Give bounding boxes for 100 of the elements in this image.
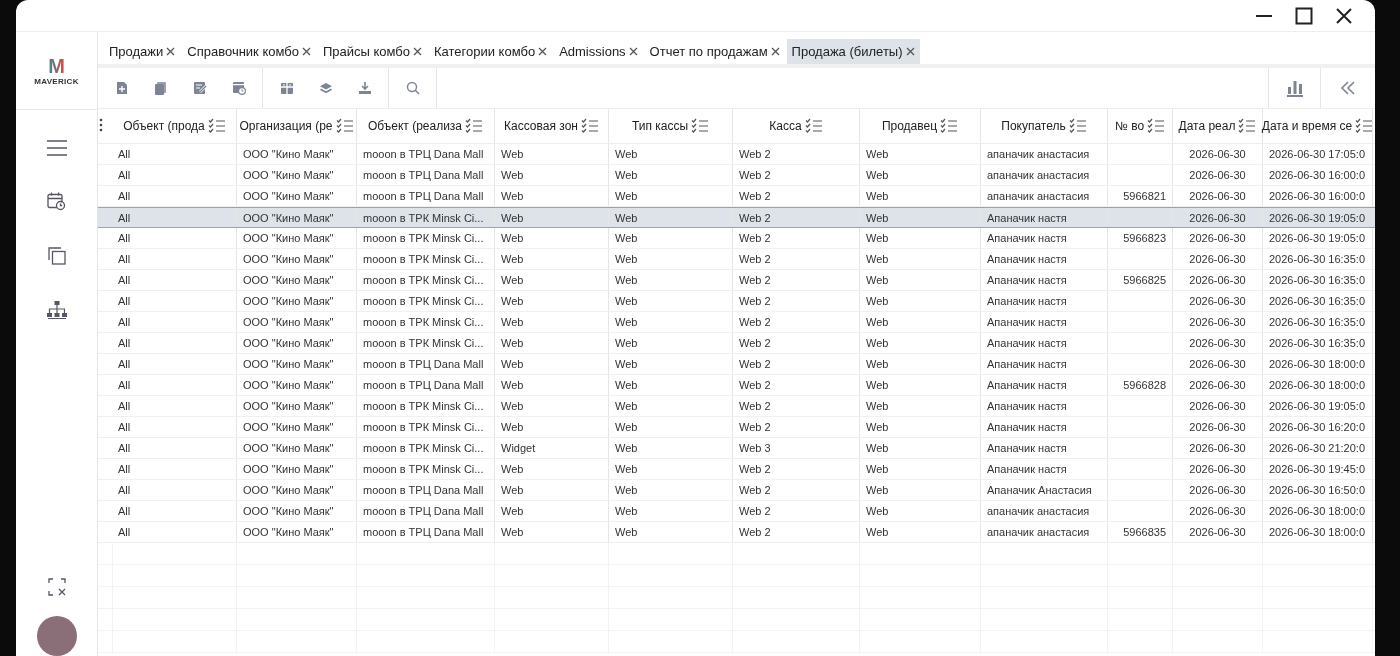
table-cell: All <box>118 400 131 412</box>
filter-list-icon[interactable] <box>1147 118 1166 134</box>
table-cell: All <box>118 463 131 475</box>
close-icon[interactable] <box>166 47 176 56</box>
column-header[interactable]: Объект (прода <box>123 119 205 133</box>
menu-icon[interactable] <box>46 140 67 156</box>
table-cell: ООО "Кино Маяк" <box>243 274 334 286</box>
column-header[interactable]: Дата и время се <box>1261 119 1353 133</box>
calendar-clock-icon[interactable] <box>47 192 66 211</box>
table-cell: All <box>118 358 131 370</box>
table-row[interactable]: All ООО "Кино Маяк" mooon в ТРК Minsk Ci... Web Web Web 2 Web Апаначик настя 5966825 2026-06-30 2026-06-30 16:35:0 <box>98 270 1375 291</box>
table-cell: Web <box>866 358 889 370</box>
table-cell: Web <box>501 169 524 181</box>
bar-chart-icon[interactable] <box>1285 79 1304 97</box>
table-cell: Апаначик настя <box>987 316 1067 328</box>
close-icon[interactable] <box>301 47 311 56</box>
copy-icon[interactable] <box>47 247 66 265</box>
column-header[interactable]: Продавец <box>881 119 938 133</box>
filter-list-icon[interactable] <box>580 118 599 134</box>
tab[interactable]: Продажи <box>104 39 181 64</box>
column-header[interactable]: Касса <box>769 119 802 133</box>
table-cell: Web <box>615 295 638 307</box>
expand-close-icon[interactable] <box>47 578 66 596</box>
close-icon[interactable] <box>770 47 780 56</box>
table-row[interactable]: All ООО "Кино Маяк" mooon в ТРК Minsk Ci... Web Web Web 2 Web Апаначик настя 2026-06-30 2026-06-30 19:05:0 <box>98 207 1375 228</box>
table-cell: ООО "Кино Маяк" <box>243 295 334 307</box>
calendar-clock-icon[interactable] <box>231 81 246 95</box>
table-row[interactable]: All ООО "Кино Маяк" mooon в ТРЦ Dana Mall Web Web Web 2 Web апаначик анастасия 2026-06-30 2026-06-30 17:05:0 <box>98 144 1375 165</box>
download-icon[interactable] <box>357 81 372 95</box>
add-file-icon[interactable] <box>115 81 128 95</box>
table-row[interactable]: All ООО "Кино Маяк" mooon в ТРК Minsk Ci... Web Web Web 2 Web Апаначик настя 2026-06-30 2026-06-30 16:35:0 <box>98 291 1375 312</box>
table-row[interactable]: All ООО "Кино Маяк" mooon в ТРЦ Dana Mall Web Web Web 2 Web Апаначик Анастасия 2026-06-30 2026-06-30 16:50:0 <box>98 480 1375 501</box>
column-header[interactable]: Объект (реализа <box>367 119 463 133</box>
filter-list-icon[interactable] <box>940 118 959 134</box>
table-cell: ООО "Кино Маяк" <box>243 400 334 412</box>
filter-list-icon[interactable] <box>335 118 354 134</box>
filter-list-icon[interactable] <box>207 118 226 134</box>
table-cell: 2026-06-30 21:20:0 <box>1269 442 1366 454</box>
table-row[interactable]: All ООО "Кино Маяк" mooon в ТРЦ Dana Mall Web Web Web 2 Web апаначик анастасия 2026-06-30 2026-06-30 18:00:0 <box>98 501 1375 522</box>
table-cell: Апаначик настя <box>987 400 1067 412</box>
table-row[interactable]: All ООО "Кино Маяк" mooon в ТРЦ Dana Mall Web Web Web 2 Web апаначик анастасия 2026-06-30 2026-06-30 16:00:0 <box>98 165 1375 186</box>
table-row[interactable]: All ООО "Кино Маяк" mooon в ТРЦ Dana Mall Web Web Web 2 Web Апаначик настя 2026-06-30 2026-06-30 18:00:0 <box>98 354 1375 375</box>
table-cell: Web <box>866 190 889 202</box>
table-cell: Web <box>615 442 638 454</box>
table-cell: mooon в ТРК Minsk Ci... <box>363 421 484 433</box>
copy-icon[interactable] <box>154 81 167 95</box>
close-icon[interactable] <box>628 47 638 56</box>
gift-icon[interactable] <box>279 81 294 95</box>
close-icon[interactable] <box>538 47 548 56</box>
table-cell: Апаначик настя <box>987 337 1067 349</box>
maximize-icon[interactable] <box>1295 6 1313 25</box>
hierarchy-icon[interactable] <box>46 301 67 319</box>
column-header[interactable]: Кассовая зон <box>504 119 578 133</box>
table-row[interactable]: All ООО "Кино Маяк" mooon в ТРЦ Dana Mall Web Web Web 2 Web Апаначик настя 5966828 2026-06-30 2026-06-30 18:00:0 <box>98 375 1375 396</box>
table-cell: 2026-06-30 16:35:0 <box>1269 274 1366 286</box>
table-cell: Web 2 <box>739 379 771 391</box>
column-header[interactable]: Организация (ре <box>239 119 333 133</box>
table-cell: mooon в ТРК Minsk Ci... <box>363 295 484 307</box>
tab[interactable]: Прайсы комбо <box>317 39 427 64</box>
table-cell: Web <box>501 379 524 391</box>
table-row[interactable]: All ООО "Кино Маяк" mooon в ТРК Minsk Ci... Web Web Web 2 Web Апаначик настя 2026-06-30 2026-06-30 16:20:0 <box>98 417 1375 438</box>
table-cell: 2026-06-30 19:05:0 <box>1269 232 1366 244</box>
filter-list-icon[interactable] <box>465 118 484 134</box>
table-cell: 2026-06-30 16:35:0 <box>1269 253 1366 265</box>
column-header[interactable]: Покупатель <box>1001 119 1066 133</box>
filter-list-icon[interactable] <box>804 118 823 134</box>
table-cell: Web <box>615 358 638 370</box>
table-row[interactable]: All ООО "Кино Маяк" mooon в ТРК Minsk Ci... Web Web Web 2 Web Апаначик настя 2026-06-30 2026-06-30 16:35:0 <box>98 249 1375 270</box>
filter-list-icon[interactable] <box>1068 118 1087 134</box>
tab[interactable]: Справочник комбо <box>182 39 316 64</box>
tab[interactable]: Продажа (билеты) <box>786 39 920 64</box>
table-cell: ООО "Кино Маяк" <box>243 253 334 265</box>
table-row[interactable]: All ООО "Кино Маяк" mooon в ТРК Minsk Ci... Web Web Web 2 Web Апаначик настя 2026-06-30 2026-06-30 16:35:0 <box>98 312 1375 333</box>
table-cell: 2026-06-30 <box>1189 295 1246 307</box>
table-cell: Web <box>866 379 889 391</box>
table-row[interactable]: All ООО "Кино Маяк" mooon в ТРК Minsk Ci... Web Web Web 2 Web Апаначик настя 5966823 2026-06-30 2026-06-30 19:05:0 <box>98 228 1375 249</box>
filter-list-icon[interactable] <box>1238 118 1257 134</box>
tab[interactable]: Admissions <box>554 39 643 64</box>
column-header[interactable]: Дата реал <box>1178 119 1236 133</box>
table-row[interactable]: All ООО "Кино Маяк" mooon в ТРК Minsk Ci... Web Web Web 2 Web Апаначик настя 2026-06-30 2026-06-30 19:05:0 <box>98 396 1375 417</box>
layers-icon[interactable] <box>318 81 333 95</box>
edit-icon[interactable] <box>192 81 207 95</box>
search-icon[interactable] <box>405 81 420 95</box>
table-cell: Web <box>866 169 889 181</box>
tab[interactable]: Категории комбо <box>429 39 553 64</box>
table-cell: ООО "Кино Маяк" <box>243 484 334 496</box>
close-icon[interactable] <box>1335 6 1353 25</box>
close-icon[interactable] <box>413 47 422 56</box>
table-row[interactable]: All ООО "Кино Маяк" mooon в ТРК Minsk Ci... Widget Web Web 3 Web Апаначик настя 2026-06-30 2026-06-30 21:20:0 <box>98 438 1375 459</box>
filter-list-icon[interactable] <box>691 118 710 134</box>
double-chevron-left-icon[interactable] <box>1340 81 1356 95</box>
column-header[interactable]: Тип кассы <box>631 119 689 133</box>
tab[interactable]: Отчет по продажам <box>644 39 785 64</box>
filter-list-icon[interactable] <box>1355 118 1374 134</box>
table-cell: mooon в ТРК Minsk Ci... <box>363 232 484 244</box>
column-header[interactable]: № во <box>1114 119 1145 133</box>
table-row[interactable]: All ООО "Кино Маяк" mooon в ТРК Minsk Ci... Web Web Web 2 Web Апаначик настя 2026-06-30 2026-06-30 16:35:0 <box>98 333 1375 354</box>
table-cell: mooon в ТРК Minsk Ci... <box>363 253 484 265</box>
table-row[interactable]: All ООО "Кино Маяк" mooon в ТРЦ Dana Mall Web Web Web 2 Web апаначик анастасия 5966835 2026-06-30 2026-06-30 18:00:0 <box>98 522 1375 543</box>
table-row[interactable]: All ООО "Кино Маяк" mooon в ТРК Minsk Ci... Web Web Web 2 Web Апаначик настя 2026-06-30 2026-06-30 19:45:0 <box>98 459 1375 480</box>
